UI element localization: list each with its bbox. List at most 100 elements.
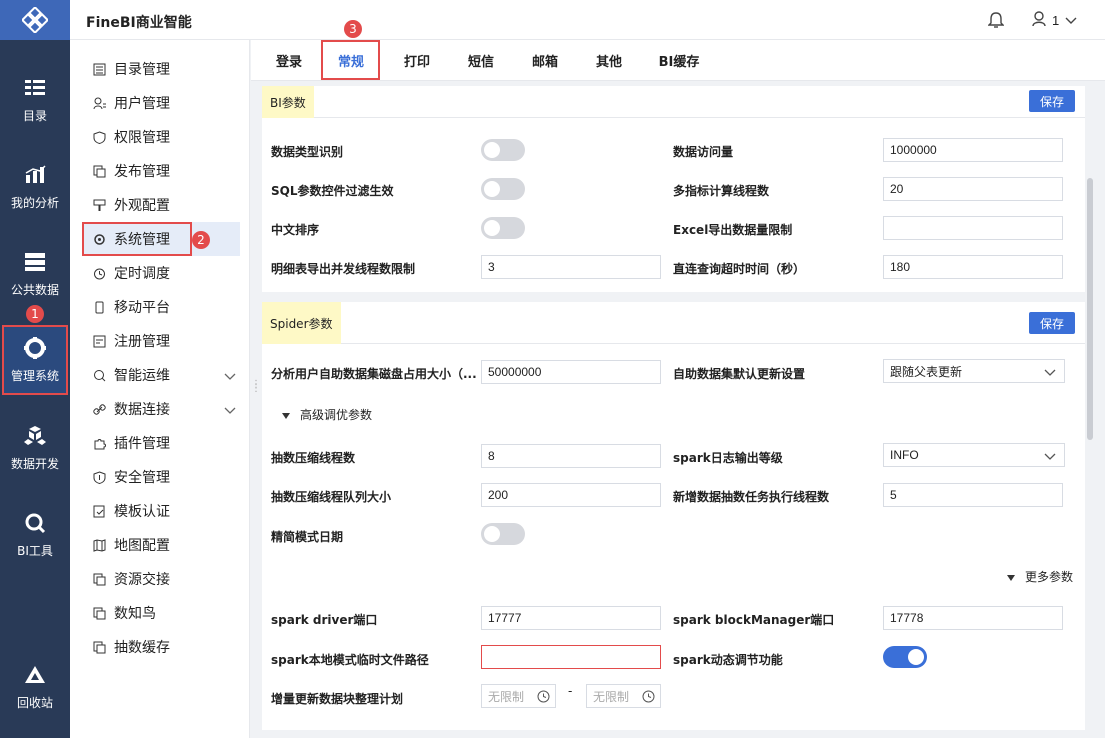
compress-threads-input[interactable]: 8 [481,444,661,468]
logo-icon [22,7,48,33]
tab-sms[interactable]: 短信 [457,40,505,80]
excel-export-limit-input[interactable] [883,216,1063,240]
chevron-down-icon [1065,13,1077,28]
disk-usage-input[interactable]: 50000000 [481,360,661,384]
more-label: 更多参数 [1025,570,1074,584]
tab-login[interactable]: 登录 [265,40,313,80]
submenu-item-permissions[interactable]: 权限管理 [84,120,240,154]
analysis-icon [23,164,47,186]
queue-size-input[interactable]: 200 [481,483,661,507]
nav-label: 管理系统 [10,368,59,383]
submenu-item-catalog[interactable]: 目录管理 [84,52,240,86]
admin-icon [23,336,47,359]
recycle-icon [23,664,47,686]
plan-end-time-input[interactable]: 无限制 [586,684,661,708]
submenu-label: 模板认证 [114,504,170,520]
nav-label: 目录 [22,108,47,123]
submenu-item-shuzhiniao[interactable]: 数知鸟 [84,596,240,630]
nav-my-analysis[interactable]: 我的分析 [0,152,70,222]
shield-icon [92,470,106,484]
copy-icon [92,164,106,178]
chinese-sort-toggle[interactable] [481,217,525,239]
submenu-item-connection[interactable]: 数据连接 [84,392,240,426]
submenu-item-publish[interactable]: 发布管理 [84,154,240,188]
submenu-item-register[interactable]: 注册管理 [84,324,240,358]
data-access-input[interactable]: 1000000 [883,138,1063,162]
section-header: Spider参数 保存 [262,302,1085,344]
sql-filter-toggle[interactable] [481,178,525,200]
step-badge-2: 2 [192,231,210,249]
dynamic-allocation-toggle[interactable] [883,646,927,668]
field-label: spark driver端口 [271,613,378,627]
submenu-item-extract-cache[interactable]: 抽数缓存 [84,630,240,664]
nav-bi-tool[interactable]: BI工具 [0,500,70,570]
nav-admin-system[interactable]: 管理系统 [2,325,68,395]
clock-icon [537,690,550,706]
driver-port-input[interactable]: 17777 [481,606,661,630]
block-manager-port-input[interactable]: 17778 [883,606,1063,630]
save-button[interactable]: 保存 [1029,90,1075,112]
direct-query-timeout-input[interactable]: 180 [883,255,1063,279]
detail-export-threads-input[interactable]: 3 [481,255,661,279]
submenu-item-appearance[interactable]: 外观配置 [84,188,240,222]
tmp-path-input[interactable] [481,645,661,669]
section-title: BI参数 [262,86,314,118]
auto-update-select[interactable]: 跟随父表更新 [883,359,1065,383]
resize-handle[interactable]: ⋮ ⋮ [251,380,261,395]
section-title: Spider参数 [262,302,341,344]
field-label: 中文排序 [271,223,320,237]
submenu-item-system[interactable]: 系统管理 [82,222,240,256]
tool-icon [23,512,47,534]
step-badge-1: 1 [26,305,44,323]
caret-down-icon [1007,570,1015,584]
submenu-item-schedule[interactable]: 定时调度 [84,256,240,290]
tab-other[interactable]: 其他 [585,40,633,80]
data-type-toggle[interactable] [481,139,525,161]
user-menu[interactable]: 1 [1032,11,1077,30]
multi-index-threads-input[interactable]: 20 [883,177,1063,201]
brush-icon [92,198,106,212]
advanced-toggle[interactable]: 高级调优参数 [282,406,372,423]
simple-date-toggle[interactable] [481,523,525,545]
field-label: spark日志输出等级 [673,451,783,465]
submenu-item-users[interactable]: 用户管理 [84,86,240,120]
tab-print[interactable]: 打印 [393,40,441,80]
left-nav: 目录 我的分析 公共数据 管理系统 1 数据开发 BI工具 回收站 [0,0,70,738]
save-button[interactable]: 保存 [1029,312,1075,334]
tab-bi-cache[interactable]: BI缓存 [651,40,707,80]
submenu-item-map[interactable]: 地图配置 [84,528,240,562]
field-label: 新增数据抽数任务执行线程数 [673,490,830,504]
nav-data-dev[interactable]: 数据开发 [0,413,70,483]
vertical-scrollbar[interactable] [1087,178,1093,440]
ops-icon [92,368,106,382]
field-label: Excel导出数据量限制 [673,223,793,237]
submenu-item-template-auth[interactable]: 模板认证 [84,494,240,528]
submenu-label: 权限管理 [114,130,170,146]
submenu-label: 用户管理 [114,96,170,112]
register-icon [92,334,106,348]
tab-email[interactable]: 邮箱 [521,40,569,80]
step-badge-3: 3 [344,20,362,38]
submenu-label: 资源交接 [114,572,170,588]
clock-icon [642,690,655,706]
submenu-item-mobile[interactable]: 移动平台 [84,290,240,324]
dev-icon [23,425,47,447]
more-params-toggle[interactable]: 更多参数 [1007,568,1073,585]
phone-icon [92,300,106,314]
bell-icon[interactable] [987,11,1005,32]
logo[interactable] [0,0,70,40]
plan-start-time-input[interactable]: 无限制 [481,684,556,708]
submenu-item-plugins[interactable]: 插件管理 [84,426,240,460]
submenu-label: 安全管理 [114,470,170,486]
field-label: spark动态调节功能 [673,653,783,667]
log-level-select[interactable]: INFO [883,443,1065,467]
submenu-item-security[interactable]: 安全管理 [84,460,240,494]
submenu-item-ops[interactable]: 智能运维 [84,358,240,392]
nav-recycle[interactable]: 回收站 [0,652,70,722]
nav-catalog[interactable]: 目录 [0,65,70,135]
submenu-label: 外观配置 [114,198,170,214]
submenu-item-handover[interactable]: 资源交接 [84,562,240,596]
nav-public-data[interactable]: 公共数据 [0,239,70,309]
new-task-threads-input[interactable]: 5 [883,483,1063,507]
map-icon [92,538,106,552]
